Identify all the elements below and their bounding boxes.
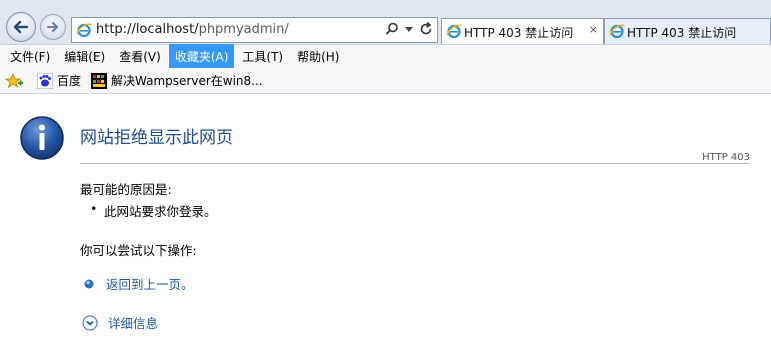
bullet-dot-icon bbox=[84, 279, 94, 288]
refresh-icon[interactable] bbox=[419, 22, 433, 36]
forward-button[interactable] bbox=[40, 14, 66, 40]
reason-text: 此网站要求你登录。 bbox=[104, 204, 217, 219]
address-bar[interactable]: http://localhost/phpmyadmin/ bbox=[71, 17, 438, 43]
reason-heading: 最可能的原因是: bbox=[80, 182, 172, 197]
back-button[interactable] bbox=[6, 12, 36, 42]
page-content: 网站拒绝显示此网页 HTTP 403 最可能的原因是: • 此网站要求你登录。 … bbox=[0, 95, 771, 340]
navigation-bar: http://localhost/phpmyadmin/ HTTP 403 禁止… bbox=[0, 0, 771, 44]
favorite-baidu-label: 百度 bbox=[57, 74, 82, 88]
arrow-right-icon bbox=[47, 22, 58, 32]
more-info-link[interactable]: 详细信息 bbox=[108, 313, 158, 332]
search-icon[interactable] bbox=[385, 22, 399, 36]
go-back-row[interactable]: 返回到上一页。 bbox=[82, 274, 194, 293]
menu-file[interactable]: 文件(F) bbox=[4, 44, 56, 69]
ie-logo-icon bbox=[446, 23, 462, 42]
ie-logo-icon bbox=[609, 23, 625, 42]
favorite-wampserver-label: 解决Wampserver在win8... bbox=[111, 74, 263, 88]
menu-help[interactable]: 帮助(H) bbox=[291, 44, 345, 69]
tab-close-icon[interactable]: × bbox=[589, 23, 598, 36]
address-path: phpmyadmin/ bbox=[198, 22, 289, 37]
page-title: 网站拒绝显示此网页 bbox=[80, 128, 233, 148]
add-favorites-star[interactable] bbox=[5, 72, 27, 89]
info-icon bbox=[19, 115, 65, 164]
favorite-wampserver[interactable]: 解决Wampserver在win8... bbox=[91, 72, 263, 89]
menu-tools[interactable]: 工具(T) bbox=[236, 44, 289, 69]
try-heading: 你可以尝试以下操作: bbox=[80, 243, 197, 258]
reason-item: • 此网站要求你登录。 bbox=[90, 201, 217, 220]
address-host: http://localhost/ bbox=[96, 22, 199, 37]
menu-edit[interactable]: 编辑(E) bbox=[58, 44, 111, 69]
more-info-row[interactable]: 详细信息 bbox=[82, 313, 158, 332]
favorites-bar: 百度 解决Wampserver在win8... bbox=[0, 68, 771, 94]
baidu-paw-icon bbox=[37, 72, 53, 89]
ie-logo-icon bbox=[76, 22, 92, 41]
tab-label: HTTP 403 禁止访问 bbox=[627, 26, 737, 40]
site-favicon-icon bbox=[91, 72, 108, 89]
divider bbox=[80, 163, 750, 164]
menu-favorites[interactable]: 收藏夹(A) bbox=[168, 44, 235, 69]
bullet: • bbox=[90, 201, 98, 216]
tab-label: HTTP 403 禁止访问 bbox=[464, 26, 574, 40]
menu-bar: 文件(F) 编辑(E) 查看(V) 收藏夹(A) 工具(T) 帮助(H) bbox=[0, 44, 771, 69]
go-back-link[interactable]: 返回到上一页。 bbox=[106, 274, 194, 293]
tab-inactive[interactable]: HTTP 403 禁止访问 bbox=[604, 18, 771, 44]
favorite-baidu[interactable]: 百度 bbox=[37, 72, 81, 89]
dropdown-arrow-icon[interactable] bbox=[405, 25, 413, 33]
star-icon bbox=[5, 72, 23, 88]
address-url[interactable]: http://localhost/phpmyadmin/ bbox=[96, 22, 289, 37]
tab-active[interactable]: HTTP 403 禁止访问 × bbox=[441, 18, 604, 44]
http-status-code: HTTP 403 bbox=[702, 152, 750, 163]
menu-view[interactable]: 查看(V) bbox=[113, 44, 167, 69]
arrow-left-icon bbox=[13, 20, 29, 34]
expand-chevron-icon[interactable] bbox=[82, 314, 98, 331]
